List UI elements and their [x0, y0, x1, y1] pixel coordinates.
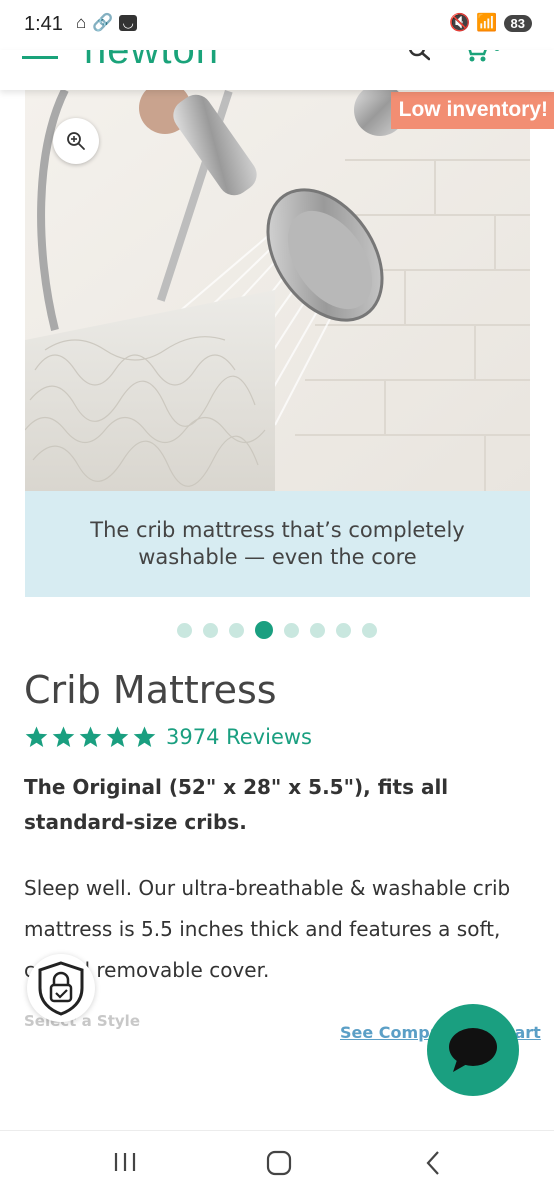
link-icon: 🔗	[92, 13, 114, 32]
system-nav-bar	[0, 1130, 554, 1201]
system-icons: 🔇 📶 83	[449, 13, 532, 33]
star-icon	[79, 726, 102, 747]
search-icon[interactable]	[408, 50, 430, 64]
recent-apps-icon[interactable]	[112, 1149, 138, 1175]
star-icon	[25, 726, 48, 747]
image-caption: The crib mattress that’s completely wash…	[90, 518, 465, 569]
product-subtitle: The Original (52" x 28" x 5.5"), fits al…	[24, 775, 449, 834]
carousel-dot[interactable]	[362, 622, 377, 638]
hamburger-icon[interactable]	[22, 50, 58, 59]
carousel-dot[interactable]	[310, 622, 325, 638]
star-icon	[106, 726, 129, 747]
magnifier-plus-icon	[67, 132, 85, 150]
carousel-dot[interactable]	[177, 622, 192, 638]
chat-bubble-icon	[449, 1028, 497, 1072]
chat-button[interactable]	[427, 1004, 519, 1096]
notification-icons: ⌂ 🔗 ◡	[76, 13, 137, 33]
status-bar: 1:41 ⌂ 🔗 ◡ 🔇 📶 83	[0, 0, 554, 50]
shower-illustration	[25, 90, 530, 491]
product-title: Crib Mattress	[24, 668, 277, 712]
site-header: newton	[0, 50, 554, 90]
image-caption-panel: The crib mattress that’s completely wash…	[25, 491, 530, 597]
reviews-link[interactable]: 3974 Reviews	[166, 725, 312, 749]
carousel-dot[interactable]	[284, 622, 299, 638]
product-description: Sleep well. Our ultra-breathable & washa…	[24, 876, 511, 982]
battery-icon: 83	[503, 14, 532, 32]
carousel-dot[interactable]	[229, 622, 244, 638]
product-image[interactable]	[25, 90, 530, 491]
mute-icon: 🔇	[449, 13, 471, 32]
star-rating	[24, 725, 157, 749]
cart-icon[interactable]	[462, 50, 502, 64]
back-icon[interactable]	[422, 1149, 444, 1177]
star-icon	[52, 726, 75, 747]
carousel-dot[interactable]	[255, 621, 273, 639]
home-icon[interactable]	[265, 1149, 293, 1177]
low-inventory-badge: Low inventory!	[390, 92, 554, 129]
carousel-dot[interactable]	[203, 622, 218, 638]
security-badge[interactable]	[27, 954, 95, 1022]
shop-icon: ◡	[119, 15, 137, 31]
product-rating[interactable]: 3974 Reviews	[24, 725, 312, 749]
carousel-dot[interactable]	[336, 622, 351, 638]
home-alert-icon: ⌂	[76, 13, 87, 32]
carousel-dots[interactable]	[0, 621, 554, 639]
brand-logo[interactable]: newton	[84, 50, 219, 73]
lock-shield-icon	[38, 961, 84, 1016]
wifi-icon: 📶	[476, 13, 498, 32]
zoom-button[interactable]	[53, 118, 99, 164]
status-time: 1:41	[24, 13, 63, 35]
star-icon	[133, 726, 156, 747]
